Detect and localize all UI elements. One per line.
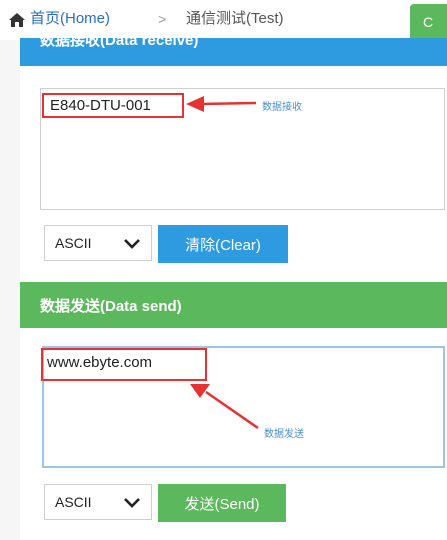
breadcrumb-separator: > [158, 11, 167, 27]
clear-button[interactable]: 清除(Clear) [158, 225, 288, 263]
chevron-down-icon [124, 239, 140, 249]
refresh-button[interactable]: C [410, 4, 447, 42]
send-value-highlight: www.ebyte.com [41, 348, 207, 381]
breadcrumb-current: 通信测试(Test) [186, 10, 284, 27]
receive-encoding-select[interactable]: ASCII [44, 225, 152, 261]
receive-panel-header: 数据接收(Data receive) [20, 38, 447, 66]
home-icon[interactable] [6, 9, 28, 31]
breadcrumb-home-link[interactable]: 首页(Home) [30, 9, 110, 29]
page-margin [0, 40, 20, 540]
send-annotation: 数据发送 [264, 429, 304, 440]
receive-annotation: 数据接收 [262, 102, 302, 113]
breadcrumb: 首页(Home) > 通信测试(Test) C [0, 0, 447, 42]
receive-value-highlight: E840-DTU-001 [42, 93, 184, 118]
send-panel-header: 数据发送(Data send) [20, 282, 447, 328]
receive-panel-title: 数据接收(Data receive) [40, 38, 199, 49]
receive-encoding-value: ASCII [55, 235, 92, 251]
send-encoding-value: ASCII [55, 494, 92, 510]
refresh-button-label: C [423, 14, 434, 30]
send-encoding-select[interactable]: ASCII [44, 484, 152, 520]
chevron-down-icon [124, 498, 140, 508]
send-panel-title: 数据发送(Data send) [40, 298, 182, 315]
send-button[interactable]: 发送(Send) [158, 484, 286, 522]
